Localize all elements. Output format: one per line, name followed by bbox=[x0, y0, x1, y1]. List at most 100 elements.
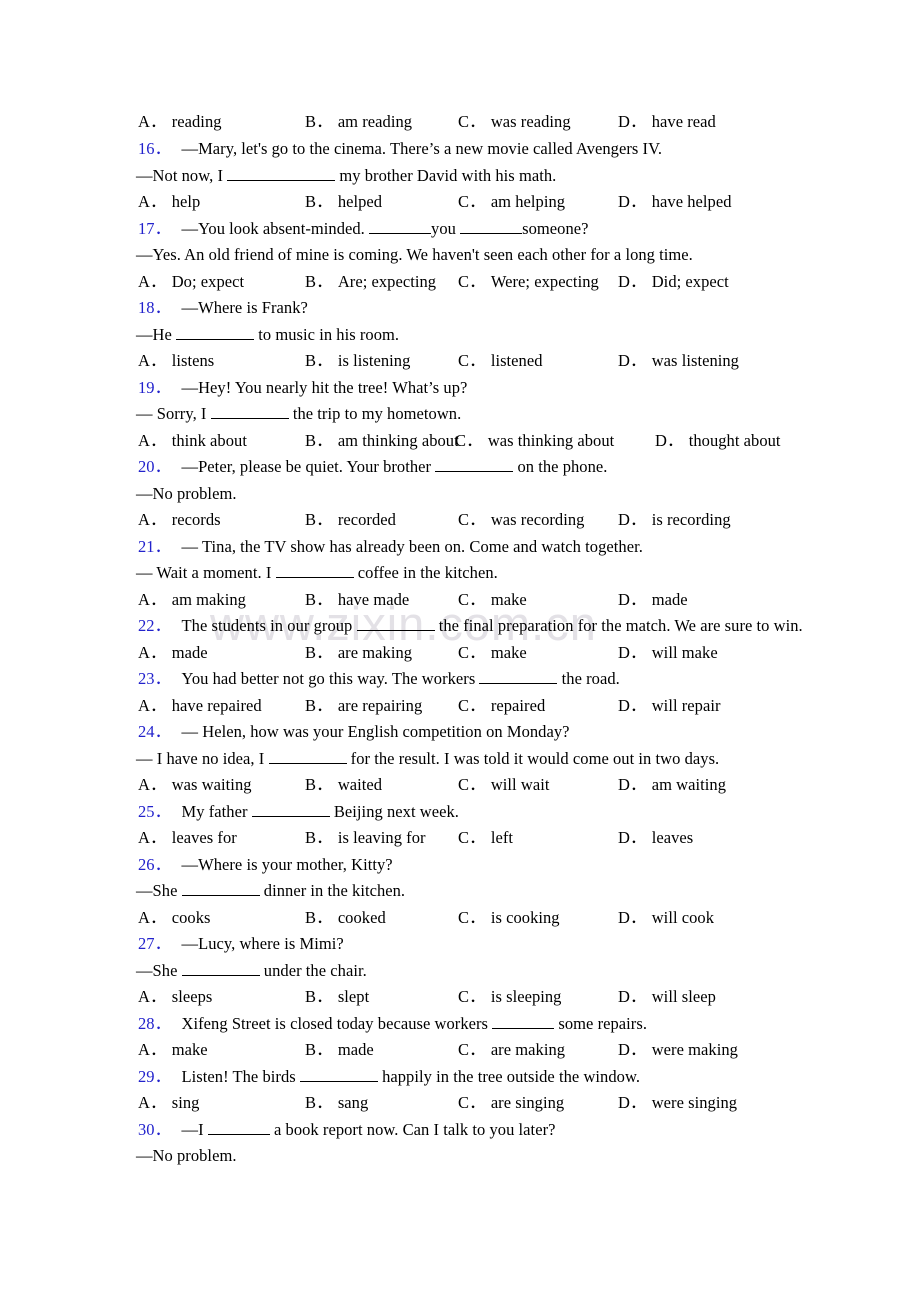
answer-blank[interactable] bbox=[210, 418, 289, 419]
option-a[interactable]: A leaves for bbox=[138, 828, 237, 848]
answer-blank[interactable] bbox=[435, 471, 514, 472]
option-c[interactable]: C is cooking bbox=[458, 908, 560, 928]
option-text: Do; expect bbox=[171, 271, 245, 291]
option-b[interactable]: B are making bbox=[305, 643, 412, 663]
option-label: C bbox=[458, 775, 486, 794]
option-b[interactable]: B Are; expecting bbox=[305, 272, 436, 292]
answer-blank[interactable] bbox=[492, 1027, 555, 1029]
option-d[interactable]: D leaves bbox=[618, 828, 693, 848]
option-a[interactable]: A records bbox=[138, 510, 221, 530]
option-d[interactable]: D will make bbox=[618, 643, 718, 663]
option-b[interactable]: B waited bbox=[305, 775, 382, 795]
option-a[interactable]: A was waiting bbox=[138, 775, 252, 795]
answer-blank[interactable] bbox=[251, 815, 330, 817]
option-d[interactable]: D was listening bbox=[618, 351, 739, 371]
option-a[interactable]: A made bbox=[138, 643, 208, 663]
question-text: Listen! The birds happily in the tree ou… bbox=[181, 1066, 641, 1086]
answer-blank[interactable] bbox=[227, 179, 336, 181]
option-d[interactable]: D have read bbox=[618, 112, 716, 132]
option-a[interactable]: A cooks bbox=[138, 908, 210, 928]
option-c[interactable]: C is sleeping bbox=[458, 987, 561, 1007]
option-label: C bbox=[458, 1040, 486, 1059]
option-d[interactable]: D is recording bbox=[618, 510, 731, 530]
option-b[interactable]: B are repairing bbox=[305, 696, 422, 716]
option-a[interactable]: A am making bbox=[138, 590, 246, 610]
option-label: D bbox=[618, 510, 647, 529]
question-number: 29 bbox=[138, 1067, 171, 1086]
option-b[interactable]: B cooked bbox=[305, 908, 386, 928]
option-b[interactable]: B recorded bbox=[305, 510, 396, 530]
option-a[interactable]: A Do; expect bbox=[138, 272, 244, 292]
option-d[interactable]: D Did; expect bbox=[618, 272, 729, 292]
question-number: 26 bbox=[138, 855, 171, 874]
question-reply: — I have no idea, I for the result. I wa… bbox=[136, 748, 720, 768]
option-c[interactable]: C am helping bbox=[458, 192, 565, 212]
option-d[interactable]: D am waiting bbox=[618, 775, 726, 795]
option-b[interactable]: B slept bbox=[305, 987, 369, 1007]
option-d[interactable]: D will cook bbox=[618, 908, 714, 928]
option-c[interactable]: C was thinking about bbox=[455, 431, 614, 451]
option-b[interactable]: B is listening bbox=[305, 351, 410, 371]
answer-blank[interactable] bbox=[275, 577, 354, 578]
question-reply: —She dinner in the kitchen. bbox=[136, 881, 406, 900]
option-label: C bbox=[455, 431, 483, 450]
option-a[interactable]: A have repaired bbox=[138, 696, 262, 716]
option-a[interactable]: A reading bbox=[138, 112, 222, 132]
option-a[interactable]: A think about bbox=[138, 431, 247, 451]
answer-blank[interactable] bbox=[207, 1133, 270, 1135]
option-d[interactable]: D made bbox=[618, 590, 688, 610]
answer-blank[interactable] bbox=[181, 895, 260, 896]
question-stem: 23 You had better not go this way. The w… bbox=[138, 669, 900, 689]
option-c[interactable]: C was recording bbox=[458, 510, 584, 530]
option-c[interactable]: C repaired bbox=[458, 696, 545, 716]
option-d[interactable]: D will repair bbox=[618, 696, 721, 716]
option-c[interactable]: C are singing bbox=[458, 1093, 564, 1113]
question-text: You had better not go this way. The work… bbox=[181, 669, 620, 688]
option-a[interactable]: A sleeps bbox=[138, 987, 212, 1007]
option-label: D bbox=[618, 272, 647, 291]
option-c[interactable]: C listened bbox=[458, 351, 543, 371]
option-b[interactable]: B helped bbox=[305, 192, 382, 212]
answer-blank[interactable] bbox=[299, 1080, 378, 1082]
option-c[interactable]: C Were; expecting bbox=[458, 272, 599, 292]
question-reply: —No problem. bbox=[136, 1146, 237, 1165]
option-d[interactable]: D thought about bbox=[655, 431, 781, 451]
answer-blank[interactable] bbox=[369, 232, 432, 234]
option-a[interactable]: A make bbox=[138, 1040, 208, 1060]
option-text: sing bbox=[171, 1093, 200, 1112]
option-a[interactable]: A sing bbox=[138, 1093, 199, 1113]
option-label: C bbox=[458, 1093, 486, 1112]
answer-blank[interactable] bbox=[176, 338, 255, 340]
option-c[interactable]: C make bbox=[458, 590, 527, 610]
option-c[interactable]: C are making bbox=[458, 1040, 565, 1060]
option-label: B bbox=[305, 908, 333, 927]
option-a[interactable]: A listens bbox=[138, 351, 214, 371]
option-text: cooks bbox=[171, 907, 211, 927]
option-b[interactable]: B am reading bbox=[305, 112, 412, 132]
answer-blank[interactable] bbox=[479, 683, 558, 684]
option-c[interactable]: C make bbox=[458, 643, 527, 663]
question-stem: 30 —I a book report now. Can I talk to y… bbox=[138, 1120, 900, 1140]
option-d[interactable]: D were singing bbox=[618, 1093, 737, 1113]
option-d[interactable]: D will sleep bbox=[618, 987, 716, 1007]
option-label: C bbox=[458, 272, 486, 291]
option-b[interactable]: B made bbox=[305, 1040, 374, 1060]
option-b[interactable]: B am thinking about bbox=[305, 431, 459, 451]
option-c[interactable]: C will wait bbox=[458, 775, 549, 795]
option-c[interactable]: C was reading bbox=[458, 112, 571, 132]
option-text: leaves for bbox=[171, 828, 237, 847]
option-b[interactable]: B is leaving for bbox=[305, 828, 426, 848]
option-label: B bbox=[305, 775, 333, 794]
option-d[interactable]: D have helped bbox=[618, 192, 732, 212]
option-text: make bbox=[171, 1040, 208, 1059]
option-b[interactable]: B sang bbox=[305, 1093, 368, 1113]
option-label: C bbox=[458, 590, 486, 609]
option-c[interactable]: C left bbox=[458, 828, 513, 848]
answer-blank[interactable] bbox=[181, 974, 260, 976]
option-a[interactable]: A help bbox=[138, 192, 200, 212]
answer-blank[interactable] bbox=[356, 630, 435, 631]
option-b[interactable]: B have made bbox=[305, 590, 409, 610]
answer-blank[interactable] bbox=[460, 232, 523, 234]
option-d[interactable]: D were making bbox=[618, 1040, 738, 1060]
answer-blank[interactable] bbox=[268, 762, 347, 764]
